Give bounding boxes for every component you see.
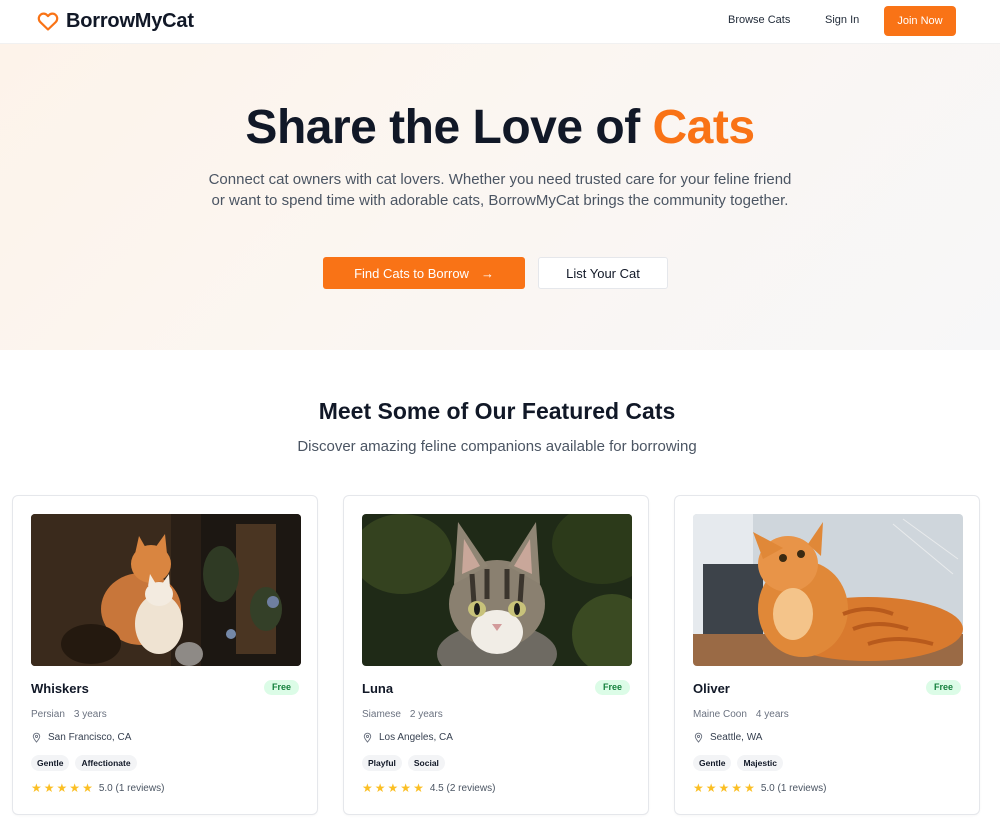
cat-breed: Maine Coon: [693, 709, 747, 720]
star-icon: ★: [43, 781, 55, 795]
cat-meta: Persian 3 years: [31, 709, 107, 720]
tag: Affectionate: [75, 755, 137, 771]
star-icon: ★: [82, 781, 93, 795]
hero-section: Share the Love of Cats Connect cat owner…: [0, 44, 1000, 350]
tag: Playful: [362, 755, 402, 771]
cat-rating: ★ ★ ★ ★ ★ 5.0 (1 reviews): [693, 782, 826, 794]
brand-logo[interactable]: BorrowMyCat: [36, 9, 194, 33]
featured-section-title: Meet Some of Our Featured Cats: [318, 398, 676, 424]
star-icon: ★: [744, 781, 755, 795]
cat-card-luna[interactable]: Luna Free Siamese 2 years Los Angeles, CA…: [343, 495, 649, 815]
star-icon: ★: [413, 781, 424, 795]
cat-age: 2 years: [409, 709, 443, 720]
rating-text: 4.5 (2 reviews): [429, 782, 496, 794]
cat-location-text: Los Angeles, CA: [379, 732, 453, 743]
star-icon: ★: [374, 781, 386, 795]
price-badge: Free: [925, 680, 961, 695]
star-rating: ★ ★ ★ ★ ★: [31, 782, 95, 794]
join-now-button[interactable]: Join Now: [884, 6, 956, 36]
cat-age: 4 years: [755, 709, 789, 720]
cat-card-oliver[interactable]: Oliver Free Maine Coon 4 years Seattle, W…: [674, 495, 980, 815]
rating-text: 5.0 (1 reviews): [98, 782, 165, 794]
star-icon: ★: [31, 781, 42, 795]
cat-rating: ★ ★ ★ ★ ★ 4.5 (2 reviews): [362, 782, 495, 794]
star-icon: ★: [69, 781, 81, 795]
tag: Majestic: [737, 755, 783, 771]
tag: Social: [407, 755, 445, 771]
nav-sign-in-link[interactable]: Sign In: [825, 14, 859, 26]
star-icon: ★: [718, 781, 730, 795]
cat-photo: [362, 514, 632, 666]
star-rating: ★ ★ ★ ★ ★: [362, 782, 426, 794]
cat-tags: Gentle Majestic: [693, 755, 789, 771]
cat-rating: ★ ★ ★ ★ ★ 5.0 (1 reviews): [31, 782, 164, 794]
hero-title-main: Share the Love of: [245, 101, 653, 154]
star-icon: ★: [387, 781, 399, 795]
hero-subtitle: Connect cat owners with cat lovers. Whet…: [208, 171, 792, 209]
tag: Gentle: [693, 755, 732, 771]
hero-title-accent: Cats: [652, 101, 756, 154]
featured-section-subtitle: Discover amazing feline companions avail…: [297, 438, 697, 455]
cat-location-text: San Francisco, CA: [48, 732, 132, 743]
map-pin-icon: [694, 732, 703, 743]
cat-breed: Persian: [31, 709, 65, 720]
cat-card-whiskers[interactable]: Whiskers Free Persian 3 years San Francis…: [12, 495, 318, 815]
find-cats-button-label: Find Cats to Borrow: [354, 265, 469, 281]
star-rating: ★ ★ ★ ★ ★: [693, 782, 757, 794]
cat-meta: Maine Coon 4 years: [693, 709, 789, 720]
cat-tags: Gentle Affectionate: [31, 755, 143, 771]
star-icon: ★: [705, 781, 717, 795]
cat-meta: Siamese 2 years: [362, 709, 443, 720]
star-icon: ★: [362, 781, 373, 795]
cat-name: Whiskers: [31, 681, 89, 696]
arrow-right-icon: →: [480, 265, 494, 281]
find-cats-button[interactable]: Find Cats to Borrow →: [323, 257, 525, 289]
cat-location: Seattle, WA: [693, 732, 762, 743]
cat-name: Luna: [362, 681, 394, 696]
star-icon: ★: [56, 781, 68, 795]
cat-tags: Playful Social: [362, 755, 451, 771]
price-badge: Free: [594, 680, 630, 695]
cat-location: Los Angeles, CA: [362, 732, 453, 743]
cat-photo: [31, 514, 301, 666]
top-navbar: BorrowMyCat Browse Cats Sign In Join Now: [0, 0, 1000, 44]
star-icon: ★: [400, 781, 412, 795]
heart-outline-icon: [37, 12, 59, 31]
star-icon: ★: [693, 781, 704, 795]
cat-breed: Siamese: [362, 709, 401, 720]
cat-location-text: Seattle, WA: [710, 732, 763, 743]
hero-title: Share the Love of Cats: [0, 100, 1000, 155]
cat-photo: [693, 514, 963, 666]
map-pin-icon: [363, 732, 372, 743]
star-icon: ★: [731, 781, 743, 795]
rating-text: 5.0 (1 reviews): [760, 782, 827, 794]
cat-location: San Francisco, CA: [31, 732, 131, 743]
map-pin-icon: [32, 732, 41, 743]
tag: Gentle: [31, 755, 70, 771]
brand-name: BorrowMyCat: [66, 9, 194, 32]
cat-age: 3 years: [73, 709, 107, 720]
cat-name: Oliver: [693, 681, 730, 696]
list-your-cat-button[interactable]: List Your Cat: [538, 257, 668, 289]
price-badge: Free: [263, 680, 299, 695]
nav-browse-cats-link[interactable]: Browse Cats: [728, 14, 790, 26]
